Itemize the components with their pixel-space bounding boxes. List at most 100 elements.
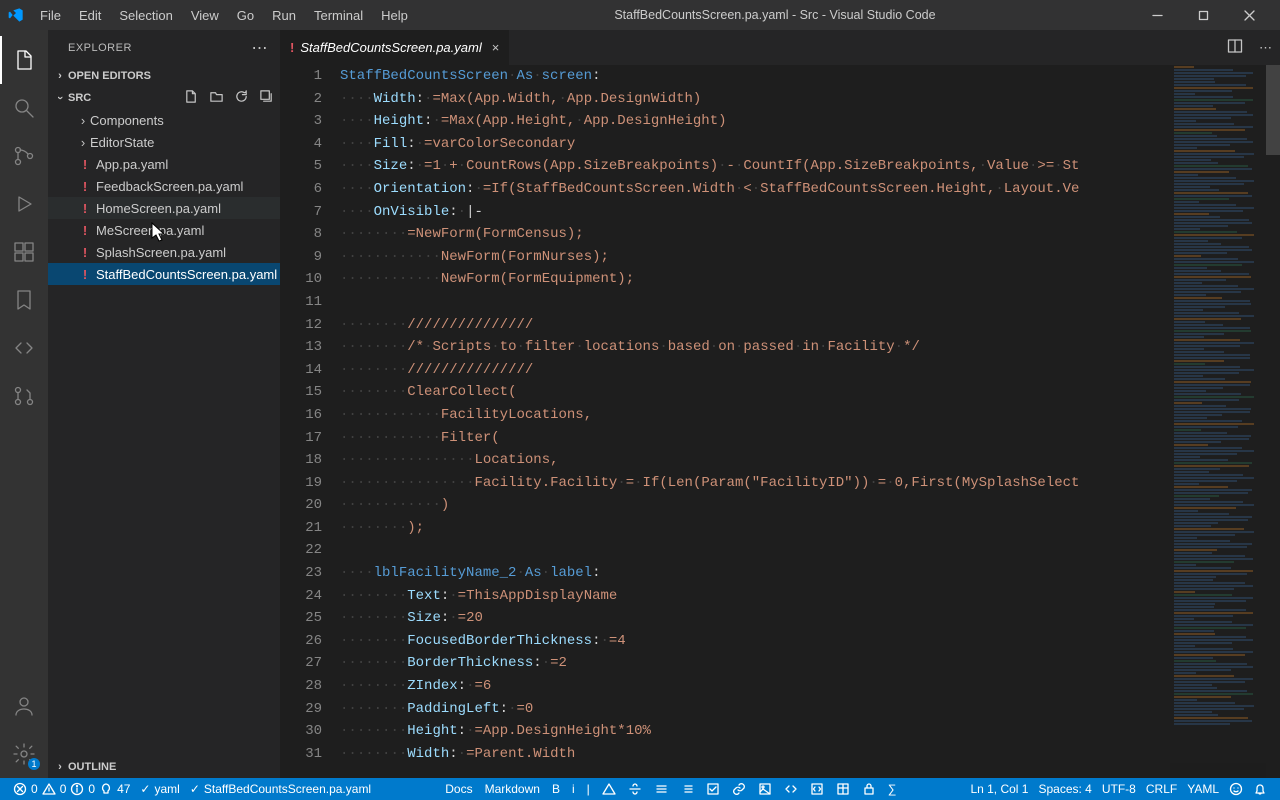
file-home[interactable]: ! HomeScreen.pa.yaml	[48, 197, 280, 219]
status-bold[interactable]: B	[547, 778, 565, 800]
status-encoding[interactable]: UTF-8	[1097, 778, 1141, 800]
status-divider: |	[582, 778, 595, 800]
error-icon	[13, 782, 27, 796]
file-feedback[interactable]: ! FeedbackScreen.pa.yaml	[48, 175, 280, 197]
split-editor-icon[interactable]	[1227, 38, 1243, 57]
sidebar-title: EXPLORER ⋯	[48, 30, 280, 65]
info-icon	[70, 782, 84, 796]
run-debug-activity[interactable]	[0, 180, 48, 228]
extensions-activity[interactable]	[0, 228, 48, 276]
status-eol[interactable]: CRLF	[1141, 778, 1182, 800]
yaml-file-icon: !	[290, 40, 294, 55]
list-icon[interactable]	[649, 778, 673, 800]
checkbox-icon[interactable]	[701, 778, 725, 800]
number-list-icon[interactable]	[675, 778, 699, 800]
open-editors-section[interactable]: › OPEN EDITORS	[48, 65, 280, 87]
warning-icon	[42, 782, 56, 796]
menu-edit[interactable]: Edit	[71, 4, 109, 27]
bookmarks-activity[interactable]	[0, 276, 48, 324]
vertical-scrollbar[interactable]	[1266, 65, 1280, 778]
feedback-icon[interactable]	[1224, 778, 1248, 800]
file-me[interactable]: ! MeScreen.pa.yaml	[48, 219, 280, 241]
lock-icon[interactable]	[857, 778, 881, 800]
status-yaml-check[interactable]: ✓ yaml	[135, 778, 184, 800]
status-position[interactable]: Ln 1, Col 1	[965, 778, 1033, 800]
outline-label: OUTLINE	[68, 761, 116, 773]
file-app[interactable]: ! App.pa.yaml	[48, 153, 280, 175]
image-icon[interactable]	[753, 778, 777, 800]
menu-view[interactable]: View	[183, 4, 227, 27]
yaml-file-icon: !	[76, 245, 94, 260]
sidebar-more-icon[interactable]: ⋯	[252, 38, 269, 58]
strike-icon[interactable]	[623, 778, 647, 800]
status-middle-icons: Docs Markdown B i | ∑	[440, 778, 901, 800]
refresh-icon[interactable]	[234, 89, 249, 107]
src-section[interactable]: › SRC	[48, 87, 280, 109]
table-icon[interactable]	[831, 778, 855, 800]
codeblock-icon[interactable]	[805, 778, 829, 800]
git-pr-activity[interactable]	[0, 372, 48, 420]
menu-run[interactable]: Run	[264, 4, 304, 27]
check-icon: ✓	[140, 782, 150, 796]
formula-icon[interactable]: ∑	[883, 778, 902, 800]
line-gutter: 1234567891011121314151617181920212223242…	[280, 65, 340, 778]
accounts-activity[interactable]	[0, 682, 48, 730]
tab-staffbedcounts[interactable]: ! StaffBedCountsScreen.pa.yaml ×	[280, 30, 510, 65]
sidebar: EXPLORER ⋯ › OPEN EDITORS › SRC › Compon…	[48, 30, 280, 778]
editor-body[interactable]: 1234567891011121314151617181920212223242…	[280, 65, 1280, 778]
status-italic[interactable]: i	[567, 778, 580, 800]
yaml-file-icon: !	[76, 179, 94, 194]
chevron-right-icon: ›	[76, 113, 90, 128]
chevron-right-icon: ›	[52, 70, 68, 82]
new-folder-icon[interactable]	[209, 89, 224, 107]
menu-selection[interactable]: Selection	[111, 4, 180, 27]
new-file-icon[interactable]	[184, 89, 199, 107]
close-button[interactable]	[1226, 0, 1272, 30]
link-icon[interactable]	[727, 778, 751, 800]
file-staffbedcounts[interactable]: ! StaffBedCountsScreen.pa.yaml	[48, 263, 280, 285]
minimize-button[interactable]	[1134, 0, 1180, 30]
warn-icon[interactable]	[597, 778, 621, 800]
titlebar: FileEditSelectionViewGoRunTerminalHelp S…	[0, 0, 1280, 30]
bulb-icon	[99, 782, 113, 796]
tab-close-icon[interactable]: ×	[492, 40, 500, 55]
menu-go[interactable]: Go	[229, 4, 262, 27]
minimap[interactable]	[1170, 65, 1266, 778]
code-icon[interactable]	[779, 778, 803, 800]
more-actions-icon[interactable]: ⋯	[1259, 40, 1272, 56]
scrollbar-thumb[interactable]	[1266, 65, 1280, 155]
collapse-all-icon[interactable]	[259, 89, 274, 107]
yaml-file-icon: !	[76, 223, 94, 238]
status-file[interactable]: ✓ StaffBedCountsScreen.pa.yaml	[185, 778, 376, 800]
menu-file[interactable]: File	[32, 4, 69, 27]
notifications-icon[interactable]	[1248, 778, 1272, 800]
search-activity[interactable]	[0, 84, 48, 132]
status-spaces[interactable]: Spaces: 4	[1033, 778, 1096, 800]
src-label: SRC	[68, 92, 91, 104]
yaml-file-icon: !	[76, 267, 94, 282]
chevron-down-icon: ›	[54, 90, 66, 106]
menu-help[interactable]: Help	[373, 4, 416, 27]
file-splash[interactable]: ! SplashScreen.pa.yaml	[48, 241, 280, 263]
file-tree: › Components › EditorState ! App.pa.yaml…	[48, 109, 280, 285]
status-problems[interactable]: 0 0 0 47	[8, 778, 135, 800]
status-language[interactable]: YAML	[1182, 778, 1224, 800]
editor-area: ! StaffBedCountsScreen.pa.yaml × ⋯ 12345…	[280, 30, 1280, 778]
settings-activity[interactable]: 1	[0, 730, 48, 778]
menu-terminal[interactable]: Terminal	[306, 4, 371, 27]
status-docs[interactable]: Docs	[440, 778, 477, 800]
chevron-right-icon: ›	[52, 761, 68, 773]
yaml-file-icon: !	[76, 157, 94, 172]
xml-activity[interactable]	[0, 324, 48, 372]
maximize-button[interactable]	[1180, 0, 1226, 30]
check-icon: ✓	[190, 782, 200, 796]
folder-components[interactable]: › Components	[48, 109, 280, 131]
source-control-activity[interactable]	[0, 132, 48, 180]
status-markdown[interactable]: Markdown	[480, 778, 545, 800]
explorer-activity[interactable]	[0, 36, 48, 84]
code-content[interactable]: StaffBedCountsScreen·As·screen:····Width…	[340, 65, 1280, 778]
settings-badge: 1	[28, 758, 40, 770]
outline-section[interactable]: › OUTLINE	[48, 756, 280, 778]
folder-editorstate[interactable]: › EditorState	[48, 131, 280, 153]
tab-label: StaffBedCountsScreen.pa.yaml	[300, 40, 481, 55]
